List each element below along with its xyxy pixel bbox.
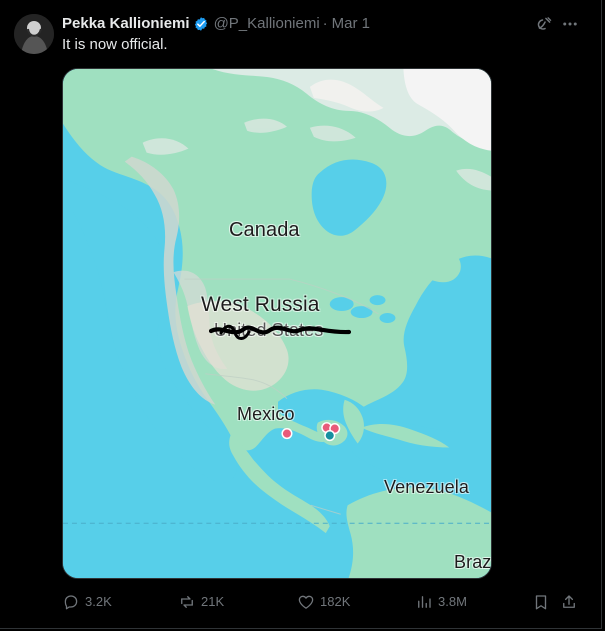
reply-count: 3.2K	[85, 594, 112, 609]
venezuela-label: Venezuela	[384, 477, 469, 497]
tweet-header: Pekka Kallioniemi @P_Kallioniemi · Mar 1	[62, 14, 532, 34]
verified-badge-icon	[194, 17, 207, 31]
views-button[interactable]: 3.8M	[415, 592, 467, 612]
west-russia-label: West Russia	[201, 293, 320, 316]
grok-button[interactable]	[534, 14, 554, 34]
mexico-label: Mexico	[237, 404, 295, 424]
like-button[interactable]: 182K	[297, 592, 350, 612]
author-handle[interactable]: @P_Kallioniemi	[214, 14, 320, 34]
repost-count: 21K	[201, 594, 225, 609]
tweet-container: Pekka Kallioniemi @P_Kallioniemi · Mar 1…	[0, 0, 602, 629]
brazil-partial-label: Braz	[454, 552, 492, 572]
tweet-text: It is now official.	[62, 36, 168, 53]
avatar[interactable]	[14, 14, 54, 54]
tweet-action-bar: 3.2K 21K 182K 3.8M	[62, 592, 587, 612]
views-icon	[418, 596, 431, 608]
avatar-photo	[14, 14, 54, 54]
author-name[interactable]: Pekka Kallioniemi	[62, 14, 190, 34]
attached-map-image[interactable]: Canada West Russia United States Mexico …	[62, 68, 492, 579]
more-icon	[563, 22, 577, 26]
repost-icon	[181, 596, 193, 608]
canada-label: Canada	[229, 219, 300, 241]
reply-button[interactable]: 3.2K	[62, 592, 112, 612]
bookmark-button[interactable]	[532, 592, 550, 612]
united-states-struck-label: United States	[214, 320, 324, 340]
meta-separator: ·	[322, 15, 328, 32]
repost-button[interactable]: 21K	[178, 592, 224, 612]
heart-icon	[298, 595, 314, 609]
bookmark-icon	[535, 595, 547, 610]
view-count: 3.8M	[438, 594, 467, 609]
tweet-date[interactable]: Mar 1	[332, 14, 370, 34]
share-button[interactable]	[560, 592, 578, 612]
reply-icon	[64, 595, 78, 610]
share-icon	[563, 595, 575, 608]
more-button[interactable]	[560, 14, 580, 34]
like-count: 182K	[320, 594, 351, 609]
grok-icon	[537, 17, 552, 30]
